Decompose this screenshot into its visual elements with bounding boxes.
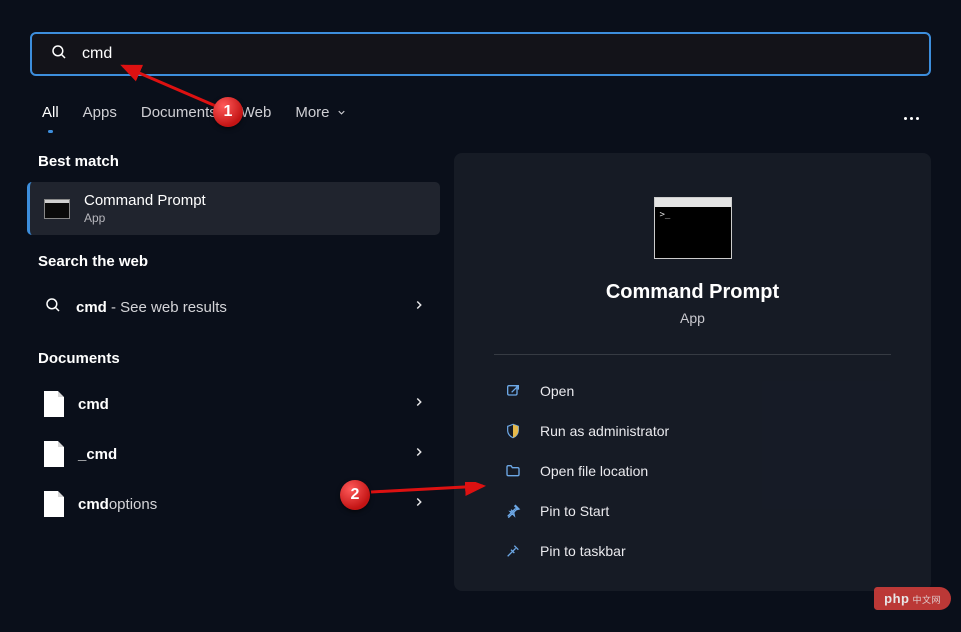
shield-icon xyxy=(504,422,522,440)
doc-name-bold: cmd xyxy=(78,396,109,413)
preview-subtitle: App xyxy=(680,310,705,326)
result-subtitle: App xyxy=(84,211,206,225)
action-label: Open file location xyxy=(540,463,648,479)
action-pin-to-start[interactable]: Pin to Start xyxy=(494,491,891,531)
tab-more-label: More xyxy=(295,104,329,121)
document-icon xyxy=(44,441,64,467)
tab-web[interactable]: Web xyxy=(241,104,272,133)
document-icon xyxy=(44,391,64,417)
divider xyxy=(494,354,891,355)
action-open-file-location[interactable]: Open file location xyxy=(494,451,891,491)
chevron-down-icon xyxy=(336,107,347,118)
action-label: Pin to taskbar xyxy=(540,543,626,559)
tab-more[interactable]: More xyxy=(295,104,346,133)
chevron-right-icon xyxy=(412,395,426,414)
tab-all[interactable]: All xyxy=(42,104,59,133)
result-command-prompt[interactable]: Command Prompt App xyxy=(27,182,440,235)
open-icon xyxy=(504,382,522,400)
section-search-web: Search the web xyxy=(38,253,440,270)
action-list: Open Run as administrator xyxy=(494,371,891,571)
tab-documents[interactable]: Documents xyxy=(141,104,217,133)
results-column: Best match Command Prompt App Search the… xyxy=(30,153,440,591)
overflow-menu-button[interactable] xyxy=(904,111,919,126)
document-icon xyxy=(44,491,64,517)
start-menu-search: All Apps Documents Web More Best match C… xyxy=(0,0,961,632)
preview-pane: Command Prompt App Open xyxy=(454,153,931,591)
action-pin-to-taskbar[interactable]: Pin to taskbar xyxy=(494,531,891,571)
chevron-right-icon xyxy=(412,445,426,464)
search-input[interactable] xyxy=(82,45,911,63)
result-web-search[interactable]: cmd - See web results xyxy=(30,282,440,332)
section-documents: Documents xyxy=(38,350,440,367)
web-result-query: cmd xyxy=(76,299,107,316)
action-label: Open xyxy=(540,383,574,399)
tab-apps[interactable]: Apps xyxy=(83,104,117,133)
section-best-match: Best match xyxy=(38,153,440,170)
result-doc-cmdoptions[interactable]: cmdoptions xyxy=(30,479,440,529)
web-result-suffix: - See web results xyxy=(107,299,227,316)
result-doc-underscore-cmd[interactable]: _cmd xyxy=(30,429,440,479)
pin-icon xyxy=(504,502,522,520)
cmd-preview-icon xyxy=(654,197,732,259)
action-label: Run as administrator xyxy=(540,423,669,439)
search-icon xyxy=(50,43,68,66)
action-label: Pin to Start xyxy=(540,503,609,519)
doc-name-bold: cmd xyxy=(78,496,109,513)
annotation-badge-1: 1 xyxy=(213,97,243,127)
action-open[interactable]: Open xyxy=(494,371,891,411)
result-title: Command Prompt xyxy=(84,192,206,209)
doc-name-bold: cmd xyxy=(86,446,117,463)
chevron-right-icon xyxy=(412,495,426,514)
chevron-right-icon xyxy=(412,298,426,317)
preview-title: Command Prompt xyxy=(606,281,779,304)
result-doc-cmd[interactable]: cmd xyxy=(30,379,440,429)
doc-name-rest: options xyxy=(109,496,157,513)
watermark: php中文网 xyxy=(874,587,951,610)
search-bar[interactable] xyxy=(30,32,931,76)
folder-icon xyxy=(504,462,522,480)
filter-tabs: All Apps Documents Web More xyxy=(30,104,931,133)
action-run-as-administrator[interactable]: Run as administrator xyxy=(494,411,891,451)
cmd-app-icon xyxy=(44,199,70,219)
search-icon xyxy=(44,296,62,319)
pin-icon xyxy=(504,542,522,560)
annotation-badge-2: 2 xyxy=(340,480,370,510)
